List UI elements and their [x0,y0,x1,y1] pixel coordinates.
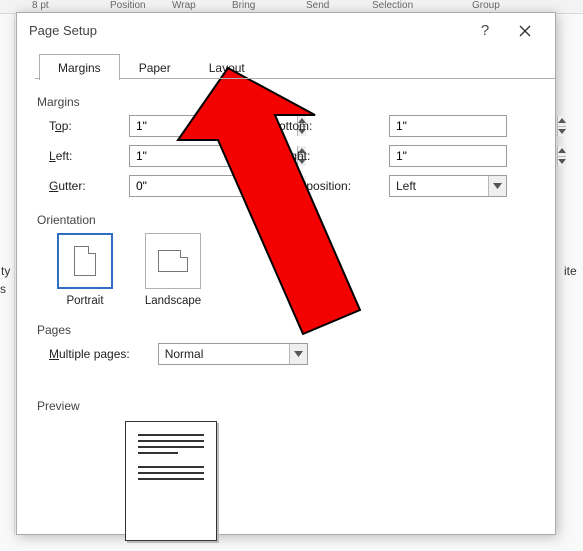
landscape-icon [145,233,201,289]
input-top-margin-field[interactable] [130,116,297,136]
dialog-title: Page Setup [29,23,97,38]
margins-grid: Top: ottom: Left: [49,115,537,197]
close-icon [519,25,531,37]
label-right: Right: [279,149,389,163]
select-gutter-position-value: Left [390,179,488,193]
label-left: Left: [49,149,129,163]
label-bottom: ottom: [279,119,389,133]
right-margin-up[interactable] [558,146,566,156]
orientation-landscape[interactable]: Landscape [141,233,205,307]
preview-area [125,421,537,541]
input-right-margin-field[interactable] [390,146,557,166]
input-gutter[interactable] [129,175,247,197]
close-button[interactable] [505,13,545,49]
select-multiple-pages[interactable]: Normal [158,343,308,365]
preview-page-icon [125,421,217,541]
input-left-margin[interactable] [129,145,247,167]
right-margin-down[interactable] [558,156,566,167]
input-top-margin[interactable] [129,115,247,137]
label-gutter: Gutter: [49,179,129,193]
label-top: Top: [49,119,129,133]
section-orientation-label: Orientation [37,213,537,227]
portrait-icon [57,233,113,289]
input-bottom-margin[interactable] [389,115,507,137]
section-margins-label: Margins [37,95,537,109]
page-setup-dialog: Page Setup ? Margins Paper Layout Margin… [16,12,556,535]
bottom-margin-up[interactable] [558,116,566,126]
tab-strip: Margins Paper Layout [39,53,537,79]
input-right-margin[interactable] [389,145,507,167]
background-left: ty s [0,14,15,535]
tab-paper[interactable]: Paper [120,54,190,80]
orientation-portrait[interactable]: Portrait [53,233,117,307]
section-preview-label: Preview [37,399,537,413]
dialog-titlebar: Page Setup ? [17,13,555,49]
tab-layout[interactable]: Layout [190,54,264,80]
select-gutter-position[interactable]: Left [389,175,507,197]
help-button[interactable]: ? [465,13,505,49]
input-bottom-margin-field[interactable] [390,116,557,136]
select-multiple-pages-value: Normal [159,347,289,361]
chevron-down-icon [289,344,307,364]
background-right: ite [556,14,583,535]
section-pages-label: Pages [37,323,537,337]
portrait-label: Portrait [66,295,103,307]
label-gutter-position: utter position: [279,179,389,193]
tab-margins[interactable]: Margins [39,54,120,80]
landscape-label: Landscape [145,295,201,307]
bottom-margin-down[interactable] [558,126,566,137]
chevron-down-icon [488,176,506,196]
input-gutter-field[interactable] [130,176,297,196]
orientation-row: Portrait Landscape [53,233,537,307]
input-left-margin-field[interactable] [130,146,297,166]
label-multiple-pages: Multiple pages: [49,347,130,361]
